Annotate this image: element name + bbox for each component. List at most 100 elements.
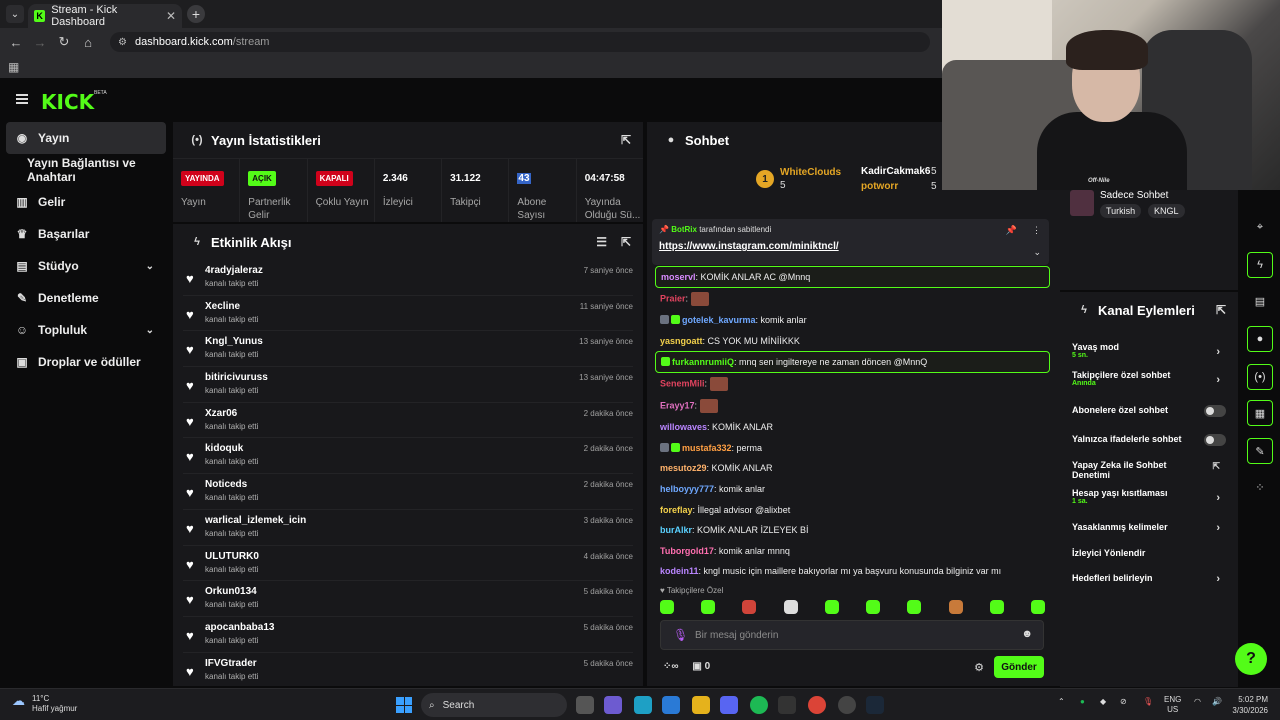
activity-username[interactable]: Kngl_Yunus — [205, 336, 263, 347]
chat-username[interactable]: moservl — [661, 272, 696, 282]
tray-app-icon[interactable]: ⊘ — [1120, 697, 1127, 706]
sidebar-item-studyo[interactable]: ▤ Stüdyo ⌄ — [0, 250, 172, 282]
activity-username[interactable]: Orkun0134 — [205, 586, 257, 597]
emote-button[interactable] — [989, 600, 1004, 614]
tag-chip[interactable]: KNGL — [1148, 204, 1185, 218]
tab-search-button[interactable]: ⌄ — [6, 5, 24, 23]
channel-action-item[interactable]: Yapay Zeka ile Sohbet Denetimi ⇱ — [1072, 460, 1228, 480]
emote-button[interactable] — [660, 600, 674, 614]
help-button[interactable]: ? — [1235, 643, 1267, 675]
more-icon[interactable]: ⋮ — [1032, 225, 1041, 236]
sidebar-item-droplar[interactable]: ▣ Droplar ve ödüller — [0, 346, 172, 378]
chat-message[interactable]: foreflay: İllegal advisor @alixbet — [655, 500, 1050, 521]
chat-username[interactable]: mesutoz29 — [660, 463, 707, 473]
send-button[interactable]: Gönder — [994, 656, 1044, 678]
chevron-right-icon[interactable]: › — [1216, 374, 1220, 386]
sidebar-item-gelir[interactable]: ▥ Gelir — [0, 186, 172, 218]
activity-item[interactable]: ♥ Noticeds kanalı takip etti 2 dakika önce — [183, 474, 633, 510]
volume-icon[interactable]: 🔊 — [1212, 697, 1222, 706]
channel-action-item[interactable]: Hedefleri belirleyin › — [1072, 573, 1228, 585]
reload-icon[interactable]: ↻ — [52, 34, 76, 50]
sidebar-item-yayin[interactable]: ◉ Yayın — [6, 122, 166, 154]
wrench-icon[interactable]: ✎ — [1247, 438, 1273, 464]
chevron-down-icon[interactable]: ⌄ — [1033, 247, 1041, 258]
chat-message[interactable]: Erayy17: — [655, 395, 1050, 417]
emote-button[interactable] — [701, 600, 716, 614]
chat-username[interactable]: foreflay — [660, 505, 693, 515]
channel-action-item[interactable]: Yavaş mod 5 sn. › — [1072, 342, 1228, 359]
menu-icon[interactable] — [16, 94, 28, 104]
back-icon[interactable]: ← — [4, 35, 28, 50]
toggle-switch[interactable] — [1204, 434, 1226, 446]
taskbar-search[interactable]: ⌕ Search — [421, 693, 567, 717]
emote-button[interactable] — [866, 600, 881, 614]
activity-item[interactable]: ♥ Orkun0134 kanalı takip etti 5 dakika önce — [183, 581, 633, 617]
microphone-icon[interactable]: 🎙 — [673, 628, 688, 642]
activity-username[interactable]: Xecline — [205, 301, 240, 312]
channel-action-item[interactable]: Yasaklanmış kelimeler › — [1072, 522, 1228, 534]
chat-message[interactable]: burAlkr: KOMİK ANLAR İZLEYEK Bİ — [655, 520, 1050, 541]
chat-username[interactable]: mustafa332 — [682, 443, 732, 453]
file-explorer-icon[interactable] — [692, 696, 710, 714]
chat-username[interactable]: Tuborgold17 — [660, 546, 714, 556]
activity-item[interactable]: ♥ Kngl_Yunus kanalı takip etti 13 saniye ön… — [183, 331, 633, 368]
activity-username[interactable]: warlical_izlemek_icin — [205, 515, 306, 526]
activity-item[interactable]: ♥ 4radyjaleraz kanalı takip etti 7 saniye ö… — [183, 260, 633, 296]
emote-button[interactable] — [824, 600, 839, 614]
users-icon[interactable]: ⁘ — [1247, 474, 1273, 500]
chat-message[interactable]: SenemMili: — [655, 373, 1050, 395]
chevron-up-icon[interactable]: ⌃ — [1058, 697, 1065, 706]
edge-icon[interactable] — [634, 696, 652, 714]
activity-username[interactable]: 4radyjaleraz — [205, 265, 263, 276]
chat-message[interactable]: Tuborgold17: komik anlar mnnq — [655, 541, 1050, 562]
activity-item[interactable]: ♥ kidoquk kanalı takip etti 2 dakika önce — [183, 438, 633, 475]
activity-item[interactable]: ♥ apocanbaba13 kanalı takip etti 5 dakika ö… — [183, 617, 633, 653]
task-view-icon[interactable] — [576, 696, 594, 714]
clock[interactable]: 5:02 PM 3/30/2026 — [1232, 694, 1268, 716]
leaderboard-user[interactable]: WhiteClouds — [780, 167, 841, 178]
discord-icon[interactable] — [720, 696, 738, 714]
tray-app-icon[interactable]: ● — [1080, 697, 1085, 706]
activity-item[interactable]: ♥ warlical_izlemek_icin kanalı takip etti 3… — [183, 510, 633, 546]
microphone-icon[interactable]: 🎙 — [1143, 697, 1153, 706]
tray-app-icon[interactable]: ◆ — [1100, 697, 1106, 706]
chat-username[interactable]: SenemMili — [660, 379, 705, 389]
close-icon[interactable]: ✕ — [166, 9, 176, 23]
chat-username[interactable]: helboyyy777 — [660, 484, 714, 494]
emote-button[interactable] — [742, 600, 757, 614]
obs-icon[interactable] — [778, 696, 796, 714]
external-link-icon[interactable]: ⇱ — [1212, 461, 1220, 472]
browser-tab[interactable]: K Stream - Kick Dashboard ✕ — [28, 4, 182, 28]
channel-action-item[interactable]: Hesap yaşı kısıtlaması 1 sa. › — [1072, 488, 1228, 505]
chat-message[interactable]: yasngoatt: CS YOK MU MİNİİKKK — [655, 331, 1050, 352]
leaderboard-user[interactable]: KadirCakmak6 — [861, 166, 930, 177]
filter-icon[interactable]: ☰ — [596, 235, 607, 249]
chevron-right-icon[interactable]: › — [1216, 522, 1220, 534]
chat-message[interactable]: willowaves: KOMİK ANLAR — [655, 417, 1050, 438]
chevron-down-icon[interactable]: ⌄ — [146, 261, 154, 272]
chat-input[interactable]: 🎙 Bir mesaj gönderin ☻ — [660, 620, 1044, 650]
channel-action-item[interactable]: Takipçilere özel sohbet Anında › — [1072, 370, 1228, 387]
broadcast-icon[interactable]: (•) — [1247, 364, 1273, 390]
copilot-icon[interactable] — [604, 696, 622, 714]
activity-username[interactable]: Noticeds — [205, 479, 247, 490]
activity-username[interactable]: ULUTURK0 — [205, 551, 259, 562]
url-field[interactable]: ⚙ dashboard.kick.com/stream — [110, 32, 930, 52]
store-icon[interactable] — [662, 696, 680, 714]
emote-button[interactable] — [1030, 600, 1045, 614]
emote-button[interactable] — [948, 600, 963, 614]
activity-item[interactable]: ♥ bitiricivuruss kanalı takip etti 13 saniy… — [183, 367, 633, 403]
chat-username[interactable]: willowaves — [660, 422, 707, 432]
emote-button[interactable] — [783, 600, 798, 614]
clipboard-icon[interactable]: ▤ — [1247, 288, 1273, 314]
weather-widget[interactable]: ☁ 11°C Hafif yağmur — [12, 694, 77, 714]
chat-bubble-icon[interactable]: ● — [1247, 326, 1273, 352]
chevron-right-icon[interactable]: › — [1216, 492, 1220, 504]
sidebar-item-stream-key[interactable]: Yayın Bağlantısı ve Anahtarı — [0, 154, 172, 186]
app-icon[interactable] — [838, 696, 856, 714]
channel-action-item[interactable]: Abonelere özel sohbet — [1072, 405, 1228, 417]
popout-icon[interactable]: ⇱ — [621, 133, 631, 147]
activity-item[interactable]: ♥ IFVGtrader kanalı takip etti 5 dakika önc… — [183, 653, 633, 686]
gear-icon[interactable]: ⚙ — [974, 661, 984, 674]
layout-icon[interactable]: ▦ — [1247, 400, 1273, 426]
